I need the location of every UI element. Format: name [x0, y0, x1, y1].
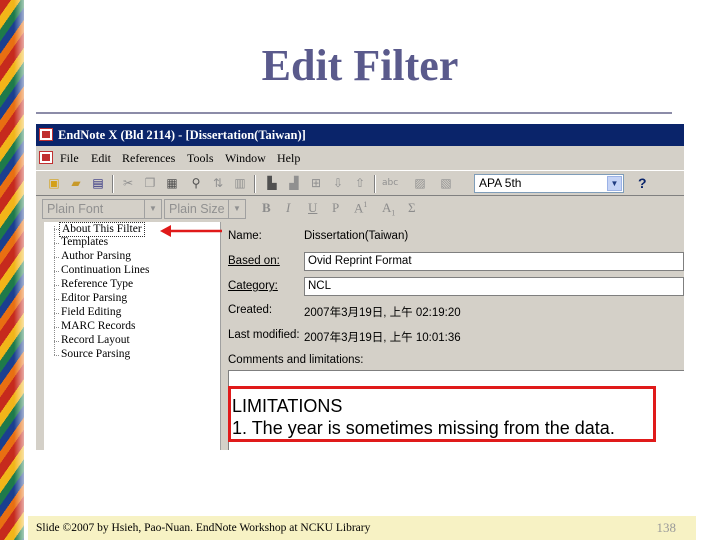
superscript-mark: 1 [363, 200, 368, 209]
size-select-value: Plain Size [169, 202, 225, 216]
created-value: 2007年3月19日, 上午 02:19:20 [304, 307, 461, 319]
plain-button[interactable]: P [332, 200, 339, 216]
size-select[interactable]: Plain Size ▼ [164, 199, 246, 219]
format-bibliography-icon[interactable]: ▟ [286, 176, 302, 191]
chevron-down-icon[interactable]: ▼ [607, 176, 622, 191]
tree-connector [54, 299, 60, 300]
footer-credit: Slide ©2007 by Hsieh, Pao-Nuan. EndNote … [36, 522, 371, 534]
tree-item-reference-type[interactable]: Reference Type [61, 278, 133, 291]
modified-value: 2007年3月19日, 上午 10:01:36 [304, 332, 461, 344]
menu-tools[interactable]: Tools [187, 148, 214, 168]
menu-edit[interactable]: Edit [91, 148, 111, 168]
format-bar: Plain Font ▼ Plain Size ▼ B I U P A1 A1 … [36, 198, 684, 220]
menu-file[interactable]: File [60, 148, 79, 168]
subscript-letter: A [382, 200, 392, 215]
document-icon[interactable] [39, 151, 53, 164]
slide-footer: Slide ©2007 by Hsieh, Pao-Nuan. EndNote … [28, 516, 696, 540]
tree-connector [54, 313, 60, 314]
menu-bar: File Edit References Tools Window Help [36, 148, 684, 168]
tree-item-continuation-lines[interactable]: Continuation Lines [61, 264, 149, 277]
tree-connector [54, 327, 60, 328]
toolbar-separator [112, 175, 114, 193]
category-field[interactable]: NCL [304, 277, 684, 296]
symbol-button[interactable]: Σ [408, 200, 416, 216]
tree-item-marc-records[interactable]: MARC Records [61, 320, 135, 333]
name-value: Dissertation(Taiwan) [304, 230, 409, 242]
subscript-button[interactable]: A1 [382, 200, 395, 218]
paste-icon[interactable]: ▦ [164, 176, 180, 191]
figure-icon[interactable]: ▧ [438, 176, 454, 191]
new-icon[interactable]: ▣ [46, 176, 62, 191]
category-label: Category: [228, 280, 278, 292]
subscript-mark: 1 [391, 208, 396, 218]
slide-number: 138 [656, 520, 677, 535]
open-icon[interactable]: ▰ [68, 176, 84, 191]
created-label: Created: [228, 304, 273, 316]
toolbar-separator [374, 175, 376, 193]
web-icon[interactable]: ⊞ [308, 176, 324, 191]
tree-item-templates[interactable]: Templates [61, 236, 108, 249]
insert-citation-icon[interactable]: ▙ [264, 176, 280, 191]
based-on-field[interactable]: Ovid Reprint Format [304, 252, 684, 271]
tree-item-author-parsing[interactable]: Author Parsing [61, 250, 131, 263]
menu-references[interactable]: References [122, 148, 175, 168]
comments-label: Comments and limitations: [228, 354, 364, 366]
font-select[interactable]: Plain Font ▼ [42, 199, 162, 219]
download-icon[interactable]: ⇩ [330, 176, 346, 191]
copy-icon[interactable]: ❐ [142, 176, 158, 191]
font-select-value: Plain Font [47, 202, 104, 216]
help-icon[interactable]: ? [638, 175, 647, 191]
tree-connector [54, 355, 60, 356]
tree-connector [54, 271, 60, 272]
save-icon[interactable]: ▤ [90, 176, 106, 191]
tree-connector [54, 285, 60, 286]
window-titlebar: EndNote X (Bld 2114) - [Dissertation(Tai… [36, 124, 684, 146]
menu-help[interactable]: Help [277, 148, 300, 168]
toolbar-separator [254, 175, 256, 193]
find-icon[interactable]: ⚲ [188, 176, 204, 191]
endnote-app-icon [39, 128, 53, 141]
pointer-arrow-icon [160, 225, 222, 237]
tree-item-record-layout[interactable]: Record Layout [61, 334, 130, 347]
tree-item-field-editing[interactable]: Field Editing [61, 306, 121, 319]
sort-icon[interactable]: ⇅ [210, 176, 226, 191]
tree-item-source-parsing[interactable]: Source Parsing [61, 348, 130, 361]
underline-button[interactable]: U [308, 200, 317, 216]
tree-item-editor-parsing[interactable]: Editor Parsing [61, 292, 127, 305]
tree-connector [54, 257, 60, 258]
format-icon[interactable]: ▥ [232, 176, 248, 191]
slide-title: Edit Filter [261, 41, 459, 90]
filter-section-tree: About This Filter Templates Author Parsi… [44, 222, 221, 450]
bold-button[interactable]: B [262, 200, 271, 216]
main-toolbar: ▣ ▰ ▤ ✂ ❐ ▦ ⚲ ⇅ ▥ ▙ ▟ ⊞ ⇩ ⇧ abc ▨ ▧ APA … [36, 170, 684, 196]
output-style-value: APA 5th [479, 176, 522, 190]
output-style-select[interactable]: APA 5th ▼ [474, 174, 624, 193]
superscript-button[interactable]: A1 [354, 200, 367, 216]
tree-connector [54, 226, 55, 356]
limitations-text: 1. The year is sometimes missing from th… [232, 418, 615, 438]
image-icon[interactable]: ▨ [412, 176, 428, 191]
spellcheck-icon[interactable]: abc [382, 176, 398, 191]
italic-button[interactable]: I [286, 200, 290, 216]
tree-item-about-this-filter[interactable]: About This Filter [59, 222, 145, 237]
superscript-letter: A [354, 200, 364, 216]
modified-label: Last modified: [228, 329, 300, 341]
tree-connector [54, 341, 60, 342]
title-divider [36, 112, 672, 114]
cut-icon[interactable]: ✂ [120, 176, 136, 191]
based-on-label: Based on: [228, 255, 280, 267]
limitations-heading: LIMITATIONS [232, 396, 343, 416]
tree-connector [54, 243, 60, 244]
chevron-down-icon[interactable]: ▼ [228, 200, 245, 218]
name-label: Name: [228, 230, 262, 242]
window-title: EndNote X (Bld 2114) - [Dissertation(Tai… [58, 128, 306, 142]
upload-icon[interactable]: ⇧ [352, 176, 368, 191]
menu-window[interactable]: Window [225, 148, 266, 168]
chevron-down-icon[interactable]: ▼ [144, 200, 161, 218]
